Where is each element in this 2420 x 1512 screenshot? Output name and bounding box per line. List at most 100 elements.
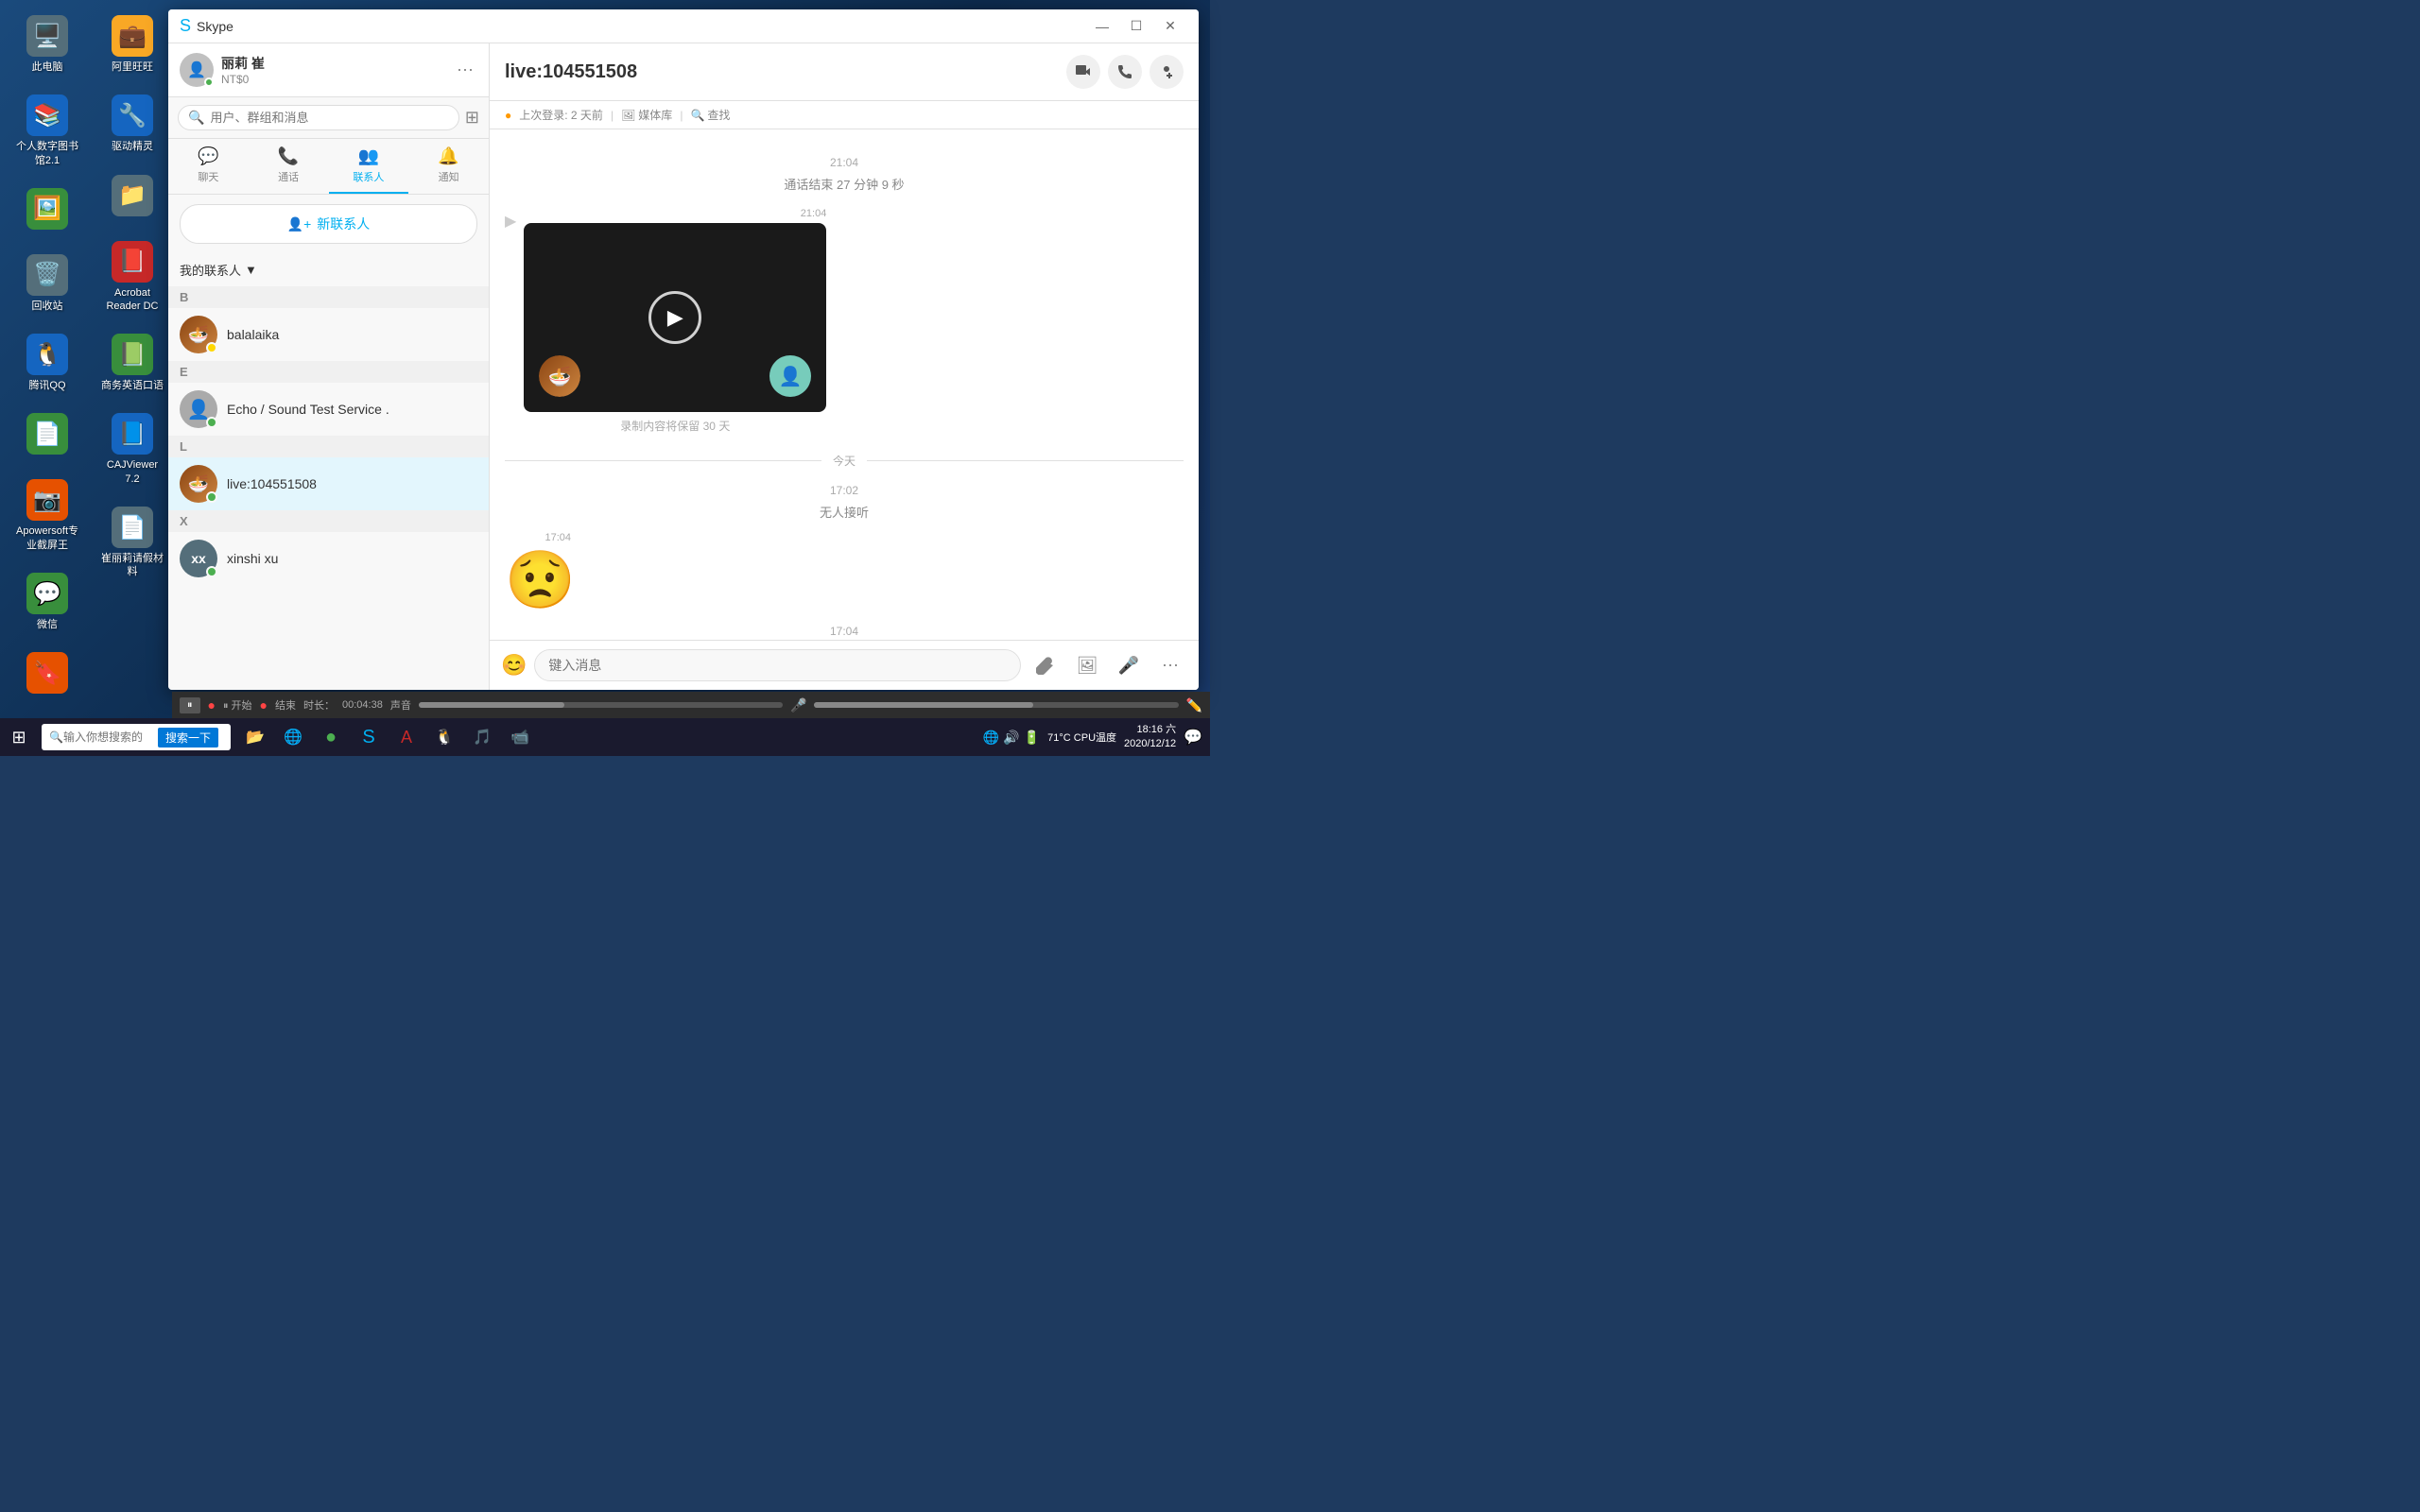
tab-contacts-label: 联系人 [353, 169, 384, 184]
video-preview[interactable]: 🍜 ▶ 👤 [524, 223, 826, 412]
microphone-button[interactable]: 🎤 [1112, 648, 1146, 682]
volume-slider[interactable] [419, 702, 783, 708]
desktop-icon-computer[interactable]: 🖥️ 此电脑 [9, 9, 85, 79]
taskbar-icon-chrome[interactable]: ● [314, 720, 348, 754]
message-input[interactable] [534, 649, 1021, 681]
user-balance: NT$0 [221, 73, 265, 86]
mic-icon: 🎤 [790, 697, 806, 713]
attach-file-button[interactable] [1028, 648, 1063, 682]
desktop-icon-label: 驱动精灵 [112, 140, 153, 153]
volume-fill [419, 702, 564, 708]
desktop-icon-label: 崔丽莉请假材料 [100, 552, 164, 579]
desktop-icon-label: 微信 [37, 618, 58, 631]
user-more-button[interactable]: ⋯ [453, 57, 477, 84]
chat-messages: 21:04 通话结束 27 分钟 9 秒 ▶ 21:04 🍜 ▶ [490, 129, 1199, 640]
edit-icon[interactable]: ✏️ [1186, 697, 1202, 713]
desktop-icon-label: 回收站 [32, 300, 63, 313]
rec-dot: ● [208, 697, 216, 713]
desktop-icon-alibaba[interactable]: 💼 阿里旺旺 [95, 9, 170, 79]
chat-header-buttons [1066, 55, 1184, 89]
contact-item-live[interactable]: 🍜 live:104551508 [168, 457, 489, 510]
pause-record-button[interactable]: ⏸ [180, 697, 200, 713]
voice-call-button[interactable] [1108, 55, 1142, 89]
contacts-section: 我的联系人 ▼ B 🍜 balalaika [168, 253, 489, 690]
user-info: 丽莉 崔 NT$0 [221, 54, 265, 86]
send-icon[interactable]: ▶ [505, 212, 516, 231]
contact-item-xinshi[interactable]: xx xinshi xu [168, 532, 489, 585]
more-button[interactable]: ⋯ [1153, 648, 1187, 682]
taskbar-icon-music[interactable]: 🎵 [465, 720, 499, 754]
desktop-icon-qq[interactable]: 🐧 腾讯QQ [9, 328, 85, 398]
system-message: 通话结束 27 分钟 9 秒 [505, 175, 1184, 193]
taskbar-search-input[interactable] [63, 730, 158, 744]
grid-icon[interactable]: ⊞ [465, 108, 479, 128]
tab-chat-label: 聊天 [198, 169, 218, 184]
video-play-button[interactable]: ▶ [648, 291, 701, 344]
video-caption: 录制内容将保留 30 天 [524, 418, 826, 434]
tab-notify[interactable]: 🔔 通知 [408, 139, 489, 194]
tab-calls[interactable]: 📞 通话 [249, 139, 329, 194]
desktop-icon-label: Acrobat Reader DC [100, 286, 164, 314]
desktop-icon-library[interactable]: 📚 个人数字图书馆2.1 [9, 89, 85, 173]
contact-status-dot [206, 491, 217, 503]
desktop-icon-doc[interactable]: 📄 [9, 407, 85, 464]
desktop-icon-caj[interactable]: 📘 CAJViewer 7.2 [95, 407, 170, 491]
desktop-icon-recycle[interactable]: 🗑️ 回收站 [9, 249, 85, 318]
contact-name: balalaika [227, 327, 477, 342]
taskbar-icon-qq[interactable]: 🐧 [427, 720, 461, 754]
media-icon: 🖼 [621, 109, 635, 122]
volume-icon: 🔊 [1003, 730, 1019, 746]
desktop-icon-thesis[interactable]: 📄 崔丽莉请假材料 [95, 501, 170, 585]
date-text: 今天 [833, 453, 856, 469]
battery-icon: 🔋 [1024, 730, 1040, 746]
duration-value: 00:04:38 [342, 699, 383, 711]
contact-info: balalaika [227, 327, 477, 342]
tab-contacts[interactable]: 👥 联系人 [329, 139, 409, 194]
taskbar-icon-ie[interactable]: 🌐 [276, 720, 310, 754]
tab-calls-label: 通话 [278, 169, 299, 184]
message-time: 17:02 [505, 484, 1184, 497]
close-button[interactable]: ✕ [1153, 9, 1187, 43]
start-label: ⏸ 开始 [223, 697, 252, 713]
desktop-icon-folder[interactable]: 📁 [95, 169, 170, 226]
contact-item-balalaika[interactable]: 🍜 balalaika [168, 308, 489, 361]
desktop-icon-driver[interactable]: 🔧 驱动精灵 [95, 89, 170, 159]
maximize-button[interactable]: ☐ [1119, 9, 1153, 43]
contact-avatar: 👤 [180, 390, 217, 428]
minimize-button[interactable]: — [1085, 9, 1119, 43]
video-call-button[interactable] [1066, 55, 1100, 89]
my-contacts-btn[interactable]: 我的联系人 ▼ [168, 253, 489, 286]
desktop-icon-apowersoft[interactable]: 📷 Apowersoft专业截屏王 [9, 473, 85, 558]
add-contact-button[interactable] [1150, 55, 1184, 89]
mic-slider[interactable] [814, 702, 1178, 708]
image-button[interactable]: 🖼 [1070, 648, 1104, 682]
contact-item-echo[interactable]: 👤 Echo / Sound Test Service . [168, 383, 489, 436]
search-input[interactable] [210, 111, 448, 125]
taskbar: ⊞ 🔍 搜索一下 📂 🌐 ● S A 🐧 🎵 📹 🌐 🔊 🔋 71°C CPU温… [0, 718, 1210, 756]
taskbar-icon-acrobat[interactable]: A [389, 720, 424, 754]
search-link[interactable]: 🔍 查找 [690, 107, 730, 123]
desktop-icon-label: 腾讯QQ [28, 379, 65, 392]
desktop-icon-acrobat[interactable]: 📕 Acrobat Reader DC [95, 235, 170, 319]
notification-icon[interactable]: 💬 [1184, 728, 1202, 747]
desktop-icon-img[interactable]: 🖼️ [9, 182, 85, 239]
desktop-icon-english[interactable]: 📗 商务英语口语 [95, 328, 170, 398]
new-contact-button[interactable]: 👤+ 新联系人 [180, 204, 477, 244]
section-letter-x: X [168, 510, 489, 532]
tab-chat[interactable]: 💬 聊天 [168, 139, 249, 194]
taskbar-icon-skype[interactable]: S [352, 720, 386, 754]
emoji-button[interactable]: 😊 [501, 653, 527, 678]
notify-icon: 🔔 [438, 146, 458, 166]
taskbar-icon-video[interactable]: 📹 [503, 720, 537, 754]
stop-label: 结束 [275, 697, 296, 713]
taskbar-icon-file[interactable]: 📂 [238, 720, 272, 754]
contact-name: live:104551508 [227, 476, 477, 491]
user-status-dot [204, 77, 214, 87]
section-letter-e: E [168, 361, 489, 383]
start-button[interactable]: ⊞ [0, 718, 38, 756]
taskbar-search-button[interactable]: 搜索一下 [158, 728, 218, 747]
desktop-icon-wechat[interactable]: 💬 微信 [9, 567, 85, 637]
desktop-icon-bk[interactable]: 🔖 [9, 646, 85, 703]
media-library-link[interactable]: 🖼 媒体库 [621, 107, 672, 123]
cpu-temp: 71°C CPU温度 [1047, 730, 1116, 745]
